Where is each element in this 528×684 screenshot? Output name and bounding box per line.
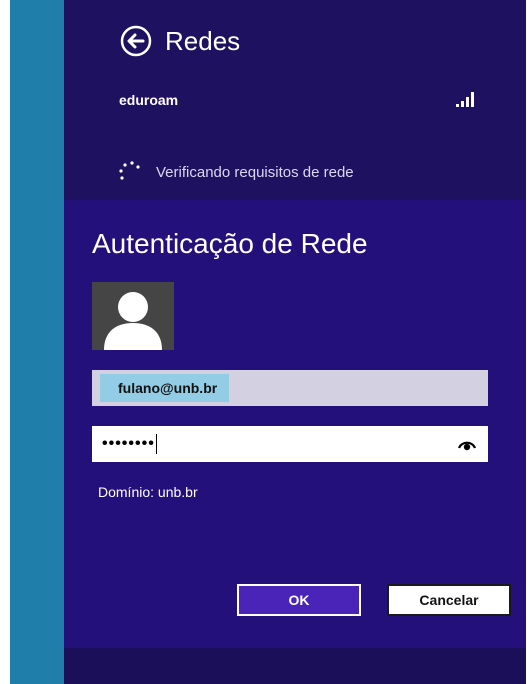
auth-title: Autenticação de Rede (92, 228, 368, 259)
user-avatar-icon (92, 282, 174, 350)
username-value: fulano@unb.br (100, 374, 230, 402)
password-value: •••••••• (102, 433, 157, 454)
connection-status: Verificando requisitos de rede (116, 158, 354, 186)
network-charm: Redes eduroam Verificando requisitos de … (64, 0, 526, 684)
password-field[interactable]: •••••••• (92, 426, 488, 462)
spinner-icon (116, 158, 144, 186)
username-field[interactable]: fulano@unb.br (92, 370, 488, 406)
domain-label: Domínio: unb.br (98, 484, 198, 500)
signal-strength-icon (454, 90, 478, 108)
status-text: Verificando requisitos de rede (156, 163, 354, 181)
start-screen-edge (10, 0, 64, 684)
cancel-button[interactable]: Cancelar (387, 584, 511, 616)
networks-header: Redes eduroam Verificando requisitos de … (64, 0, 526, 200)
page-title: Redes (165, 25, 241, 56)
back-arrow-icon (119, 24, 153, 58)
network-name[interactable]: eduroam (119, 92, 178, 108)
eye-reveal-icon[interactable] (457, 436, 477, 452)
network-authentication-panel: Autenticação de Rede fulano@unb.br •••••… (64, 200, 526, 648)
back-button[interactable]: Redes (119, 24, 240, 58)
ok-button[interactable]: OK (237, 584, 361, 616)
